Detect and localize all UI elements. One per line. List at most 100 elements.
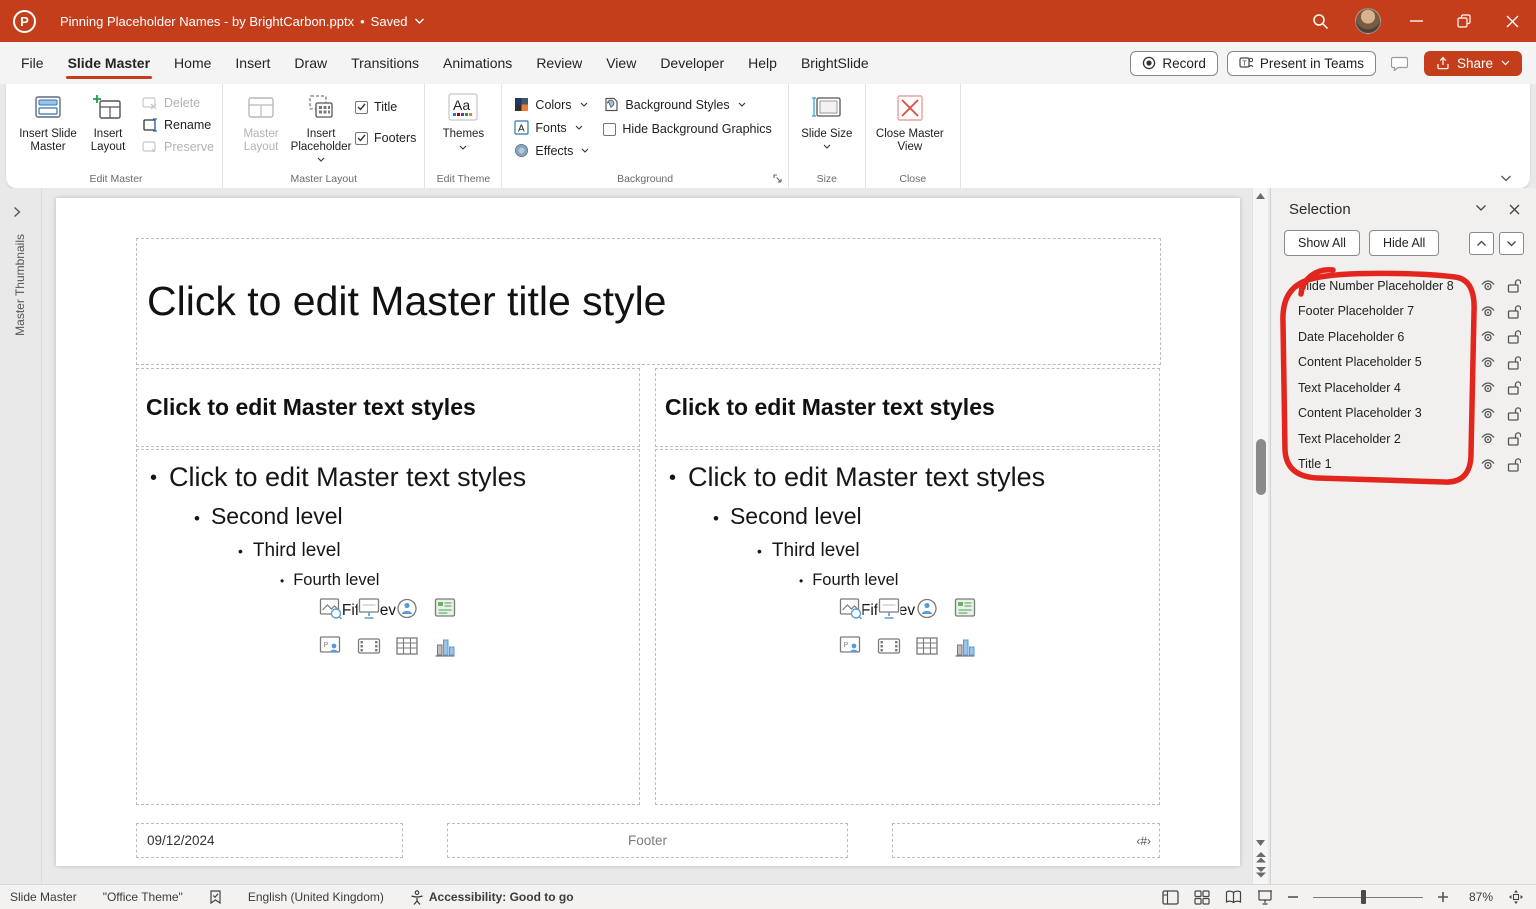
proofing-status-button[interactable] [209, 890, 222, 905]
footers-checkbox[interactable]: Footers [355, 131, 416, 145]
close-pane-button[interactable] [1509, 204, 1520, 215]
video-icon[interactable] [877, 635, 900, 658]
visibility-eye-icon[interactable] [1478, 356, 1498, 369]
expand-thumbnails-button[interactable] [13, 206, 21, 218]
zoom-slider-thumb[interactable] [1361, 890, 1366, 904]
chart-icon[interactable] [434, 635, 457, 658]
3d-models-icon[interactable] [358, 597, 381, 620]
tab-review[interactable]: Review [524, 42, 594, 84]
slide-number-placeholder[interactable]: ‹#› [892, 823, 1160, 858]
effects-button[interactable]: Effects [514, 143, 589, 158]
visibility-eye-icon[interactable] [1478, 432, 1498, 445]
selection-item-title-1[interactable]: Title 1 [1271, 452, 1536, 478]
tab-file[interactable]: File [9, 42, 56, 84]
next-slide-button[interactable] [1253, 865, 1269, 880]
scroll-down-button[interactable] [1253, 835, 1269, 850]
unlocked-icon[interactable] [1504, 457, 1524, 472]
slideshow-button[interactable] [1257, 890, 1273, 905]
master-thumbnails-label[interactable]: Master Thumbnails [13, 234, 27, 336]
selection-item-slide-number-placeholder-8[interactable]: Slide Number Placeholder 8 [1271, 273, 1536, 299]
tab-help[interactable]: Help [736, 42, 789, 84]
smartart-icon[interactable] [434, 597, 457, 620]
table-icon[interactable] [915, 635, 938, 658]
smartart-icon[interactable] [953, 597, 976, 620]
cameo-icon[interactable]: P [839, 635, 862, 658]
zoom-in-button[interactable] [1438, 892, 1448, 902]
zoom-slider[interactable] [1313, 889, 1423, 905]
cameo-icon[interactable]: P [320, 635, 343, 658]
unlocked-icon[interactable] [1504, 329, 1524, 344]
selection-item-date-placeholder-6[interactable]: Date Placeholder 6 [1271, 324, 1536, 350]
zoom-level[interactable]: 87% [1463, 890, 1493, 904]
zoom-out-button[interactable] [1288, 896, 1298, 898]
video-icon[interactable] [358, 635, 381, 658]
tab-animations[interactable]: Animations [431, 42, 524, 84]
status-view-label[interactable]: Slide Master [10, 890, 77, 904]
unlocked-icon[interactable] [1504, 278, 1524, 293]
tab-slide-master[interactable]: Slide Master [56, 42, 162, 84]
3d-models-icon[interactable] [877, 597, 900, 620]
visibility-eye-icon[interactable] [1478, 330, 1498, 343]
tab-insert[interactable]: Insert [223, 42, 282, 84]
present-in-teams-button[interactable]: T Present in Teams [1227, 51, 1376, 76]
saved-status[interactable]: Saved [371, 14, 408, 29]
visibility-eye-icon[interactable] [1478, 279, 1498, 292]
date-placeholder[interactable]: 09/12/2024 [136, 823, 403, 858]
accessibility-status-button[interactable]: Accessibility: Good to go [410, 890, 574, 905]
footer-placeholder[interactable]: Footer [447, 823, 848, 858]
content-placeholder-5[interactable]: •Click to edit Master text styles •Secon… [136, 449, 640, 805]
send-backward-button[interactable] [1499, 232, 1524, 255]
title-placeholder[interactable]: Click to edit Master title style [136, 238, 1161, 365]
title-checkbox[interactable]: Title [355, 100, 416, 114]
close-button[interactable] [1488, 0, 1536, 42]
selection-item-content-placeholder-3[interactable]: Content Placeholder 3 [1271, 401, 1536, 427]
table-icon[interactable] [396, 635, 419, 658]
powerpoint-logo-icon[interactable]: P [13, 10, 36, 33]
scrollbar-track[interactable] [1253, 203, 1268, 835]
selection-item-footer-placeholder-7[interactable]: Footer Placeholder 7 [1271, 299, 1536, 325]
colors-button[interactable]: Colors [514, 97, 589, 112]
content-placeholder-3[interactable]: •Click to edit Master text styles •Secon… [655, 449, 1160, 805]
stock-images-icon[interactable] [320, 597, 343, 620]
scrollbar-thumb[interactable] [1256, 439, 1266, 495]
selection-item-content-placeholder-5[interactable]: Content Placeholder 5 [1271, 350, 1536, 376]
visibility-eye-icon[interactable] [1478, 305, 1498, 318]
unlocked-icon[interactable] [1504, 406, 1524, 421]
status-theme-label[interactable]: "Office Theme" [103, 890, 183, 904]
show-all-button[interactable]: Show All [1284, 230, 1360, 256]
visibility-eye-icon[interactable] [1478, 381, 1498, 394]
stock-images-icon[interactable] [839, 597, 862, 620]
account-button[interactable] [1344, 0, 1392, 42]
hide-background-graphics-checkbox[interactable]: Hide Background Graphics [603, 122, 771, 136]
tab-developer[interactable]: Developer [648, 42, 736, 84]
normal-view-button[interactable] [1162, 890, 1179, 905]
scroll-up-button[interactable] [1253, 188, 1269, 203]
status-language[interactable]: English (United Kingdom) [248, 890, 384, 904]
slide-master-editing-surface[interactable]: Click to edit Master title style Click t… [56, 198, 1240, 866]
unlocked-icon[interactable] [1504, 380, 1524, 395]
comments-button[interactable] [1385, 49, 1415, 77]
background-styles-button[interactable]: Background Styles [603, 97, 771, 112]
text-placeholder-4[interactable]: Click to edit Master text styles [136, 368, 640, 447]
fit-slide-button[interactable] [1508, 889, 1524, 905]
insert-placeholder-button[interactable]: Insert Placeholder [291, 89, 351, 167]
tab-brightslide[interactable]: BrightSlide [789, 42, 881, 84]
search-button[interactable] [1296, 0, 1344, 42]
unlocked-icon[interactable] [1504, 355, 1524, 370]
record-button[interactable]: Record [1130, 51, 1218, 76]
hide-all-button[interactable]: Hide All [1369, 230, 1439, 256]
pane-options-button[interactable] [1475, 204, 1487, 215]
tab-draw[interactable]: Draw [282, 42, 339, 84]
slide-sorter-button[interactable] [1194, 890, 1210, 905]
close-master-view-button[interactable]: Close Master View [874, 89, 946, 154]
rename-button[interactable]: Rename [142, 118, 214, 132]
visibility-eye-icon[interactable] [1478, 407, 1498, 420]
tab-home[interactable]: Home [162, 42, 223, 84]
visibility-eye-icon[interactable] [1478, 458, 1498, 471]
icons-icon[interactable] [915, 597, 938, 620]
tab-view[interactable]: View [594, 42, 648, 84]
unlocked-icon[interactable] [1504, 431, 1524, 446]
selection-item-text-placeholder-2[interactable]: Text Placeholder 2 [1271, 426, 1536, 452]
minimize-button[interactable] [1392, 0, 1440, 42]
icons-icon[interactable] [396, 597, 419, 620]
